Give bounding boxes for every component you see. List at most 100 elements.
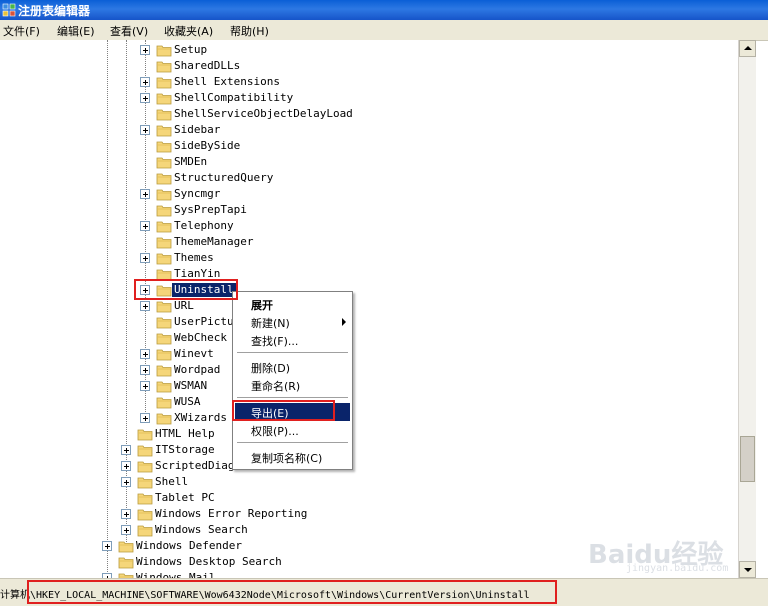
- expand-icon[interactable]: [121, 461, 131, 471]
- tree-item-label: Windows Search: [155, 523, 248, 536]
- annotation-box-path: [27, 580, 557, 604]
- menu-separator: [237, 352, 348, 353]
- tree-item-label: Windows Desktop Search: [136, 555, 282, 568]
- folder-icon: [137, 507, 153, 521]
- vertical-scrollbar[interactable]: [738, 40, 756, 578]
- tree-item-label: HTML Help: [155, 427, 215, 440]
- tree-item-label: Themes: [174, 251, 214, 264]
- tree-item-label: SideBySide: [174, 139, 241, 152]
- tree-item-label: StructuredQuery: [174, 171, 274, 184]
- expand-icon[interactable]: [140, 221, 150, 231]
- tree-item-label: Windows Defender: [136, 539, 242, 552]
- submenu-arrow-icon: [342, 318, 346, 326]
- watermark-url: jingyan.baidu.com: [626, 563, 729, 574]
- registry-tree[interactable]: Setup SharedDLLs Shell Extensions ShellComp…: [0, 40, 738, 578]
- expand-icon[interactable]: [140, 189, 150, 199]
- expand-icon[interactable]: [140, 349, 150, 359]
- folder-icon: [156, 123, 172, 137]
- tree-item-label: ShellCompatibility: [174, 91, 294, 104]
- menu-item-rename[interactable]: 重命名(R): [235, 376, 350, 394]
- tree-item-label: SMDEn: [174, 155, 208, 168]
- folder-icon: [137, 475, 153, 489]
- folder-icon: [156, 59, 172, 73]
- expand-icon[interactable]: [140, 365, 150, 375]
- menu-file[interactable]: 文件(F): [3, 23, 40, 39]
- folder-icon: [156, 411, 172, 425]
- baidu-watermark: Baidu经验 jingyan.baidu.com: [588, 534, 738, 574]
- annotation-box-export: [232, 400, 335, 421]
- menu-help[interactable]: 帮助(H): [230, 23, 269, 39]
- folder-icon: [137, 443, 153, 457]
- tree-item-label: Telephony: [174, 219, 234, 232]
- folder-icon: [156, 203, 172, 217]
- expand-icon[interactable]: [140, 45, 150, 55]
- folder-icon: [156, 43, 172, 57]
- folder-icon: [156, 187, 172, 201]
- tree-item-label: ShellServiceObjectDelayLoad: [174, 107, 353, 120]
- expand-icon[interactable]: [121, 509, 131, 519]
- menu-item-find[interactable]: 查找(F)...: [235, 331, 350, 349]
- expand-icon[interactable]: [140, 381, 150, 391]
- tree-item-label: Syncmgr: [174, 187, 221, 200]
- folder-icon: [156, 91, 172, 105]
- folder-icon: [156, 379, 172, 393]
- annotation-box-uninstall: [134, 279, 238, 300]
- tree-item-label: ThemeManager: [174, 235, 254, 248]
- tree-item-label: Sidebar: [174, 123, 221, 136]
- folder-icon: [156, 235, 172, 249]
- folder-icon: [156, 395, 172, 409]
- regedit-icon: [2, 3, 16, 17]
- tree-item-label: Wordpad: [174, 363, 221, 376]
- folder-icon: [156, 363, 172, 377]
- menu-item-delete[interactable]: 删除(D): [235, 358, 350, 376]
- title-bar: 注册表编辑器: [0, 0, 768, 20]
- arrow-down-icon: [744, 568, 752, 572]
- menu-item-new[interactable]: 新建(N): [235, 313, 350, 331]
- tree-item-label: Shell: [155, 475, 189, 488]
- scroll-down-button[interactable]: [739, 561, 756, 578]
- arrow-up-icon: [744, 46, 752, 50]
- menu-bar: 文件(F) 编辑(E) 查看(V) 收藏夹(A) 帮助(H): [0, 20, 768, 41]
- folder-icon: [156, 299, 172, 313]
- folder-icon: [156, 139, 172, 153]
- tree-item-label: ITStorage: [155, 443, 215, 456]
- expand-icon[interactable]: [140, 301, 150, 311]
- expand-icon[interactable]: [121, 477, 131, 487]
- folder-icon: [156, 219, 172, 233]
- folder-icon: [137, 491, 153, 505]
- tree-item-label: Setup: [174, 43, 208, 56]
- folder-icon: [156, 315, 172, 329]
- folder-icon: [118, 539, 134, 553]
- menu-separator: [237, 442, 348, 443]
- tree-item-label: WUSA: [174, 395, 201, 408]
- menu-item-copy-key-name[interactable]: 复制项名称(C): [235, 448, 350, 466]
- expand-icon[interactable]: [121, 525, 131, 535]
- expand-icon[interactable]: [140, 413, 150, 423]
- folder-icon: [137, 523, 153, 537]
- folder-icon: [137, 459, 153, 473]
- scroll-thumb[interactable]: [740, 436, 755, 482]
- expand-icon[interactable]: [140, 77, 150, 87]
- expand-icon[interactable]: [140, 253, 150, 263]
- tree-item-label: WebCheck: [174, 331, 227, 344]
- tree-item-label: SysPrepTapi: [174, 203, 247, 216]
- menu-separator: [237, 397, 348, 398]
- menu-item-permissions[interactable]: 权限(P)...: [235, 421, 350, 439]
- scroll-up-button[interactable]: [739, 40, 756, 57]
- menu-edit[interactable]: 编辑(E): [57, 23, 95, 39]
- tree-item-label: UserPictu: [174, 315, 234, 328]
- expand-icon[interactable]: [140, 93, 150, 103]
- tree-item-label: Windows Error Reporting: [155, 507, 308, 520]
- tree-item-label: Tablet PC: [155, 491, 215, 504]
- tree-item-label: Shell Extensions: [174, 75, 280, 88]
- folder-icon: [156, 347, 172, 361]
- menu-favorites[interactable]: 收藏夹(A): [164, 23, 213, 39]
- expand-icon[interactable]: [140, 125, 150, 135]
- folder-icon: [118, 555, 134, 569]
- expand-icon[interactable]: [102, 541, 112, 551]
- folder-icon: [118, 571, 134, 578]
- expand-icon[interactable]: [121, 445, 131, 455]
- folder-icon: [156, 171, 172, 185]
- menu-view[interactable]: 查看(V): [110, 23, 148, 39]
- menu-item-expand[interactable]: 展开: [235, 295, 350, 313]
